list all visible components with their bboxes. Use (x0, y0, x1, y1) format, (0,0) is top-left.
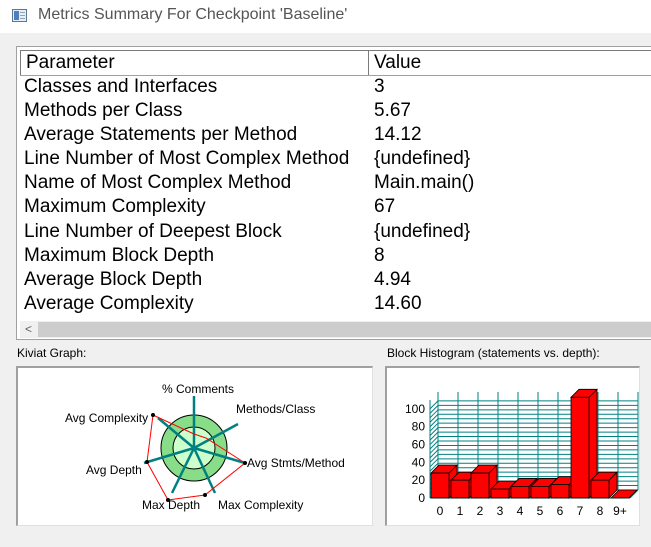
y-tick-label: 100 (405, 402, 425, 416)
bar (530, 486, 550, 499)
x-tick-label: 5 (537, 504, 544, 518)
parameter-cell: Methods per Class (24, 100, 183, 122)
table-row[interactable]: Line Number of Most Complex Method {undef… (20, 148, 651, 172)
bar (550, 484, 570, 499)
axis-label-avg-stmts: Avg Stmts/Method (247, 456, 345, 470)
value-cell: 5.67 (374, 100, 411, 122)
axis-label-avg-complexity: Avg Complexity (65, 411, 148, 425)
bar (490, 488, 510, 499)
block-histogram-chart: 1008060402000 1 2 3 4 5 6 7 8 9+ (405, 388, 639, 518)
parameter-cell: Maximum Block Depth (24, 244, 215, 266)
parameter-cell: Average Statements per Method (24, 124, 298, 146)
block-histogram-panel: 100 80 60 40 20 0 0 1 2 3 4 5 6 7 8 9+ (385, 366, 640, 526)
bar (570, 396, 590, 499)
value-cell: 3 (374, 76, 385, 97)
parameter-cell: Average Complexity (24, 292, 194, 314)
scrollbar-thumb[interactable] (38, 322, 651, 337)
kiviat-graph: % Comments Methods/Class Avg Stmts/Metho… (65, 382, 345, 512)
x-tick-label: 1 (457, 504, 464, 518)
app-icon (12, 9, 27, 22)
dialog-client: Parameter Value Classes and Interfaces 3 … (0, 33, 651, 547)
parameter-cell: Classes and Interfaces (24, 76, 218, 97)
axis-label-methods-class: Methods/Class (236, 402, 315, 416)
grid-line-depth (429, 445, 439, 454)
bar (450, 479, 470, 499)
x-tick-label: 4 (517, 504, 524, 518)
axis-label-max-complexity: Max Complexity (218, 498, 303, 512)
metrics-table[interactable]: Parameter Value Classes and Interfaces 3 … (16, 46, 651, 340)
x-tick-label: 6 (557, 504, 564, 518)
parameter-cell: Line Number of Deepest Block (24, 220, 282, 242)
table-header: Parameter Value (20, 50, 651, 76)
value-cell: 14.60 (374, 292, 422, 314)
grid-line-depth (429, 449, 439, 459)
value-cell: 8 (374, 244, 385, 266)
grid-line-depth (429, 458, 439, 468)
grid-line-depth (429, 427, 439, 436)
table-row[interactable]: Line Number of Deepest Block {undefined} (20, 221, 651, 245)
table-row[interactable]: Methods per Class 5.67 (20, 100, 651, 124)
bar (590, 479, 610, 499)
y-tick-label: 40 (412, 455, 426, 469)
scroll-left-arrow-icon[interactable]: < (20, 321, 37, 338)
table-row[interactable]: Maximum Block Depth 8 (20, 245, 651, 269)
axis-label-max-depth: Max Depth (142, 498, 200, 512)
column-header-value[interactable]: Value (369, 51, 651, 75)
table-row[interactable]: Maximum Complexity 67 (20, 196, 651, 220)
grid-line-depth (429, 440, 439, 450)
value-cell: {undefined} (374, 148, 471, 170)
grid-line-depth (429, 409, 439, 419)
table-row[interactable]: Name of Most Complex Method Main.main() (20, 172, 651, 196)
column-header-parameter[interactable]: Parameter (20, 51, 369, 75)
x-tick-label: 0 (437, 504, 444, 518)
table-row[interactable]: Average Complexity 14.60 (20, 293, 651, 317)
table-row[interactable]: Average Block Depth 4.94 (20, 269, 651, 293)
value-cell: 14.12 (374, 124, 422, 146)
table-body: Classes and Interfaces 3 Methods per Clas… (20, 76, 651, 328)
y-tick-label: 60 (412, 438, 426, 452)
x-tick-label: 3 (497, 504, 504, 518)
y-tick-label: 0 (418, 491, 425, 505)
y-tick-label: 80 (412, 420, 426, 434)
bar (470, 472, 490, 499)
x-tick-label: 9+ (613, 504, 627, 518)
horizontal-scrollbar[interactable]: < (20, 321, 651, 338)
value-cell: {undefined} (374, 220, 471, 242)
axis-label-avg-depth: Avg Depth (86, 463, 142, 477)
parameter-cell: Maximum Complexity (24, 196, 206, 218)
grid-line-depth (429, 405, 439, 414)
value-cell: Main.main() (374, 172, 475, 194)
x-tick-label: 7 (577, 504, 584, 518)
grid-line-depth (429, 436, 439, 445)
table-row[interactable]: Average Statements per Method 14.12 (20, 124, 651, 148)
x-tick-label: 2 (477, 504, 484, 518)
parameter-cell: Line Number of Most Complex Method (24, 148, 350, 170)
kiviat-graph-label: Kiviat Graph: (17, 346, 87, 360)
bar (510, 486, 530, 499)
parameter-cell: Average Block Depth (24, 268, 203, 290)
block-histogram-label: Block Histogram (statements vs. depth): (387, 346, 600, 360)
kiviat-graph-panel: % Comments Methods/Class Avg Stmts/Metho… (16, 366, 373, 526)
grid-line-depth (429, 422, 439, 432)
window-title: Metrics Summary For Checkpoint 'Baseline… (38, 6, 348, 23)
y-tick-label: 20 (412, 473, 426, 487)
table-row[interactable]: Classes and Interfaces 3 (20, 76, 651, 100)
value-cell: 67 (374, 196, 396, 218)
parameter-cell: Name of Most Complex Method (24, 172, 292, 194)
value-cell: 4.94 (374, 268, 411, 290)
grid-line-depth (429, 400, 439, 410)
axis-label-comments: % Comments (162, 382, 234, 396)
title-bar: Metrics Summary For Checkpoint 'Baseline… (0, 0, 651, 34)
grid-line-depth (429, 413, 439, 423)
grid-line-depth (429, 418, 439, 428)
bar (430, 472, 450, 499)
grid-line-depth (429, 454, 439, 463)
x-tick-label: 8 (597, 504, 604, 518)
grid-line-depth (429, 431, 439, 441)
